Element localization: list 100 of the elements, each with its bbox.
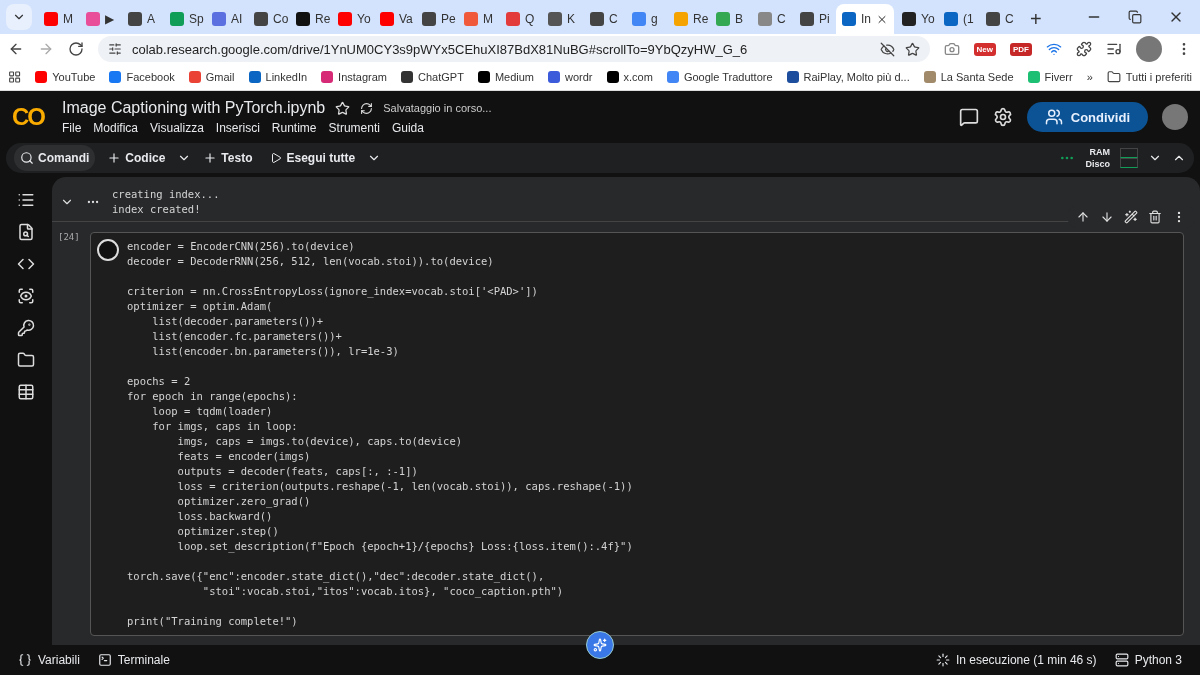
wifi-icon[interactable]	[1046, 41, 1062, 57]
settings-icon[interactable]	[992, 107, 1013, 127]
browser-tab[interactable]: Q	[500, 4, 540, 34]
extension-badge[interactable]: New	[973, 42, 996, 56]
bookmark-link[interactable]: La Santa Sede	[923, 71, 1014, 83]
puzzle-icon[interactable]	[1076, 41, 1092, 57]
tab-title: A	[147, 12, 155, 26]
browser-tab[interactable]: Yo	[896, 4, 936, 34]
browser-tab[interactable]: In	[836, 4, 894, 34]
menu-item[interactable]: Modifica	[93, 121, 139, 135]
browser-tab[interactable]: M	[458, 4, 498, 34]
terminal-icon	[97, 653, 112, 667]
scan-eye-icon[interactable]	[17, 287, 35, 305]
bookmark-link[interactable]: wordr	[548, 71, 593, 83]
share-button[interactable]: Condividi	[1026, 102, 1148, 132]
folder-icon[interactable]	[17, 351, 35, 369]
table-icon[interactable]	[17, 383, 35, 401]
bookmark-link[interactable]: YouTube	[35, 71, 96, 83]
tab-title: K	[567, 12, 575, 26]
bookmark-link[interactable]: Fiverr	[1027, 71, 1073, 83]
commands-button[interactable]: Comandi	[14, 145, 96, 171]
menu-item[interactable]: Guida	[391, 121, 424, 135]
new-tab-button[interactable]: +	[1022, 4, 1050, 34]
address-bar[interactable]: colab.research.google.com/drive/1YnUM0CY3s9pWYx5CEhuXI87BdX81NuBG#scrollTo=9YbQzyHW_G_6	[98, 36, 930, 62]
extension-badge[interactable]: PDF	[1010, 42, 1032, 56]
browser-tab[interactable]: M	[38, 4, 78, 34]
menu-item[interactable]: Visualizza	[150, 121, 204, 135]
trash-icon[interactable]	[1148, 210, 1162, 224]
apps-icon[interactable]	[8, 70, 22, 84]
camera-icon[interactable]	[943, 41, 960, 57]
tab-title: ▶	[105, 12, 114, 26]
more-bookmarks-button[interactable]: »	[1086, 71, 1093, 83]
add-code-button[interactable]: Codice	[101, 145, 172, 171]
menu-item[interactable]: File	[62, 121, 82, 135]
list-icon[interactable]	[17, 191, 35, 209]
colab-logo[interactable]: CO	[12, 103, 48, 131]
tab-title: M	[63, 12, 73, 26]
bookmark-link[interactable]: Gmail	[188, 71, 235, 83]
comment-icon[interactable]	[958, 107, 979, 127]
browser-tab[interactable]: Yo	[332, 4, 372, 34]
spinner-icon	[935, 653, 950, 667]
stop-button[interactable]	[97, 239, 119, 261]
bookmark-link[interactable]: LinkedIn	[248, 71, 308, 83]
media-icon[interactable]	[1106, 41, 1122, 57]
restore-icon[interactable]	[1128, 10, 1142, 24]
back-icon[interactable]	[8, 41, 24, 57]
variables-button[interactable]: Variabili	[18, 653, 80, 667]
browser-tab[interactable]: B	[710, 4, 750, 34]
bookmark-link[interactable]: Instagram	[321, 71, 388, 83]
bookmark-link[interactable]: ChatGPT	[401, 71, 464, 83]
execution-count: [24]	[57, 232, 81, 244]
profile-avatar[interactable]	[1136, 36, 1162, 62]
bookmark-link[interactable]: x.com	[606, 71, 653, 83]
runtime-button[interactable]: Python 3	[1114, 653, 1182, 667]
bookmark-link[interactable]: Facebook	[109, 71, 175, 83]
browser-tab[interactable]: C	[752, 4, 792, 34]
browser-tab[interactable]: Re	[290, 4, 330, 34]
menu-item[interactable]: Inserisci	[215, 121, 260, 135]
browser-tab[interactable]: A	[122, 4, 162, 34]
browser-tab[interactable]: Pe	[416, 4, 456, 34]
bookmark-link[interactable]: Google Traduttore	[666, 71, 773, 83]
browser-tab[interactable]: Sp	[164, 4, 204, 34]
key-icon[interactable]	[17, 319, 35, 337]
notebook-title[interactable]: Image Captioning with PyTorch.ipynb	[62, 99, 326, 117]
all-bookmarks-link[interactable]: Tutti i preferiti	[1106, 70, 1192, 84]
browser-tab[interactable]: Re	[668, 4, 708, 34]
file-search-icon[interactable]	[17, 223, 35, 241]
browser-tab[interactable]: C	[980, 4, 1020, 34]
browser-tab[interactable]: Pi	[794, 4, 834, 34]
run-all-button[interactable]: Esegui tutte	[264, 145, 362, 171]
browser-tab[interactable]: AI	[206, 4, 246, 34]
browser-tab[interactable]: (1	[938, 4, 978, 34]
menu-item[interactable]: Runtime	[271, 121, 317, 135]
wand-icon[interactable]	[1124, 210, 1138, 224]
arrow-up-icon[interactable]	[1076, 210, 1090, 224]
browser-tab[interactable]: ▶	[80, 4, 120, 34]
running-status[interactable]: In esecuzione (1 min 46 s)	[935, 653, 1097, 667]
eye-off-icon[interactable]	[879, 41, 895, 57]
ram-label: RAM	[1089, 146, 1110, 158]
site-settings-icon[interactable]	[108, 42, 122, 56]
add-text-button[interactable]: Testo	[197, 145, 259, 171]
tab-title: Yo	[357, 12, 371, 26]
star-icon[interactable]	[904, 41, 920, 57]
tab-title: M	[483, 12, 493, 26]
play-icon	[270, 152, 283, 164]
terminal-button[interactable]: Terminale	[97, 653, 170, 667]
menu-item[interactable]: Strumenti	[328, 121, 380, 135]
bookmark-link[interactable]: Medium	[477, 71, 534, 83]
arrow-down-icon[interactable]	[1100, 210, 1114, 224]
tab-title: Co	[273, 12, 288, 26]
browser-tab[interactable]: Co	[248, 4, 288, 34]
browser-tab[interactable]: g	[626, 4, 666, 34]
bookmark-link[interactable]: RaiPlay, Molto più d...	[786, 71, 910, 83]
reload-icon[interactable]	[68, 41, 84, 57]
braces-icon	[18, 653, 32, 667]
profile-avatar[interactable]	[1162, 104, 1188, 130]
browser-tab[interactable]: K	[542, 4, 582, 34]
code-editor[interactable]	[90, 232, 1184, 636]
browser-tab[interactable]: Va	[374, 4, 414, 34]
browser-tab[interactable]: C	[584, 4, 624, 34]
